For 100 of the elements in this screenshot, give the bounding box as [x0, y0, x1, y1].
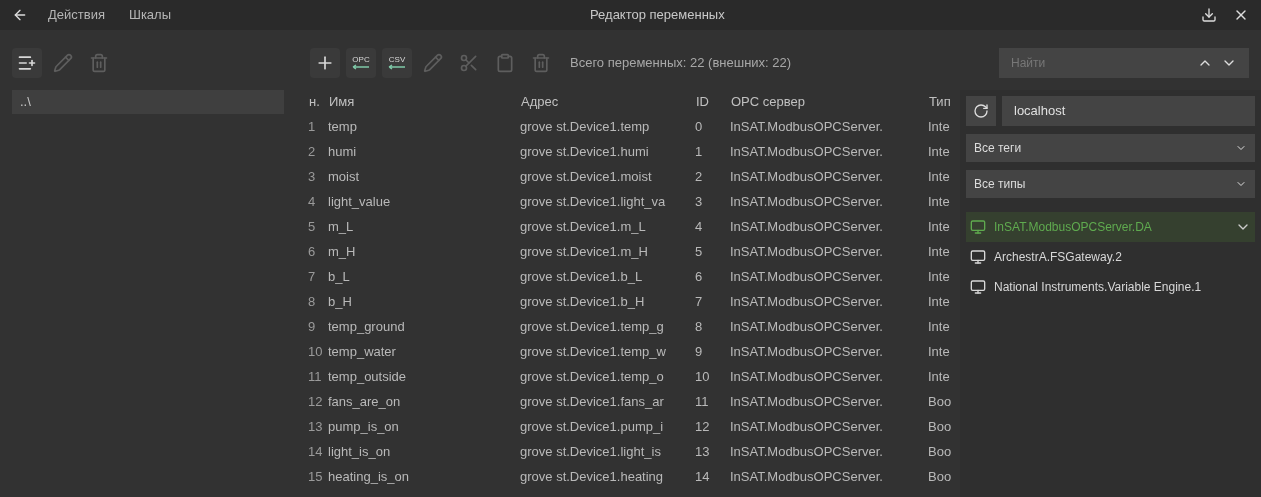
table-cell-text: grove st.Device1.temp_o	[520, 367, 665, 386]
table-cell-text: InSAT.ModbusOPCServer.	[730, 192, 884, 211]
table-cell-text: temp_outside	[328, 367, 408, 386]
table-cell-text: 2	[308, 142, 317, 161]
table-cell-text: 10	[695, 367, 711, 386]
table-cell-text: 11	[695, 392, 710, 411]
table-cell-text: 2	[695, 167, 704, 186]
table-cell-text: grove st.Device1.heating	[520, 467, 665, 486]
pencil-icon	[423, 53, 443, 73]
server-item[interactable]: ArchestrA.FSGateway.2	[966, 242, 1255, 272]
table-cell-text: 7	[308, 267, 317, 286]
table-cell-text: temp_water	[328, 342, 397, 361]
server-item[interactable]: National Instruments.Variable Engine.1	[966, 272, 1255, 302]
table-cell-text: InSAT.ModbusOPCServer.	[730, 317, 884, 336]
table-cell-text: grove st.Device1.light_is	[520, 442, 662, 461]
table-cell-text: light_value	[328, 192, 392, 211]
column-header[interactable]: Имя	[328, 92, 520, 112]
column-header[interactable]: Адрес	[520, 92, 695, 112]
table-cell-text: b_H	[328, 292, 353, 311]
table-cell-text: 8	[308, 292, 317, 311]
table-cell-text: 6	[308, 242, 317, 261]
table-cell-text: InSAT.ModbusOPCServer.	[730, 417, 884, 436]
table-cell-text: InSAT.ModbusOPCServer.	[730, 267, 884, 286]
download-icon	[1201, 7, 1217, 23]
column-header[interactable]: Тип	[928, 92, 960, 112]
table-cell-text: b_L	[328, 267, 351, 286]
variable-count: Всего переменных: 22 (внешних: 22)	[570, 54, 792, 73]
import-button[interactable]: CSV	[382, 48, 412, 78]
table-cell-text: 11	[308, 367, 323, 386]
table-cell-text: InSAT.ModbusOPCServer.	[730, 367, 884, 386]
table-cell-text: grove st.Device1.m_H	[520, 242, 649, 261]
table-cell-text: fans_are_on	[328, 392, 402, 411]
table-cell-text: 9	[695, 342, 704, 361]
table-cell-text: grove st.Device1.temp	[520, 117, 651, 136]
menu-item[interactable]: Действия	[48, 5, 105, 25]
table-cell-text: 3	[308, 167, 317, 186]
column-header[interactable]: ID	[695, 92, 730, 112]
refresh-button[interactable]	[966, 96, 996, 126]
monitor-icon	[970, 249, 986, 265]
monitor-icon	[970, 219, 986, 235]
table-cell-text: Inte	[928, 292, 951, 311]
monitor-icon	[970, 279, 986, 295]
table-cell-text: temp_ground	[328, 317, 406, 336]
table-cell-text: 14	[695, 467, 711, 486]
column-header[interactable]: н.	[308, 92, 328, 112]
table-cell-text: grove st.Device1.fans_ar	[520, 392, 665, 411]
filter-dropdown[interactable]: Все типы	[966, 170, 1255, 198]
table-cell-text: InSAT.ModbusOPCServer.	[730, 217, 884, 236]
table-cell-text: m_L	[328, 217, 355, 236]
table-cell-text: InSAT.ModbusOPCServer.	[730, 392, 884, 411]
table-cell-text: grove st.Device1.b_H	[520, 292, 646, 311]
table-cell-text: InSAT.ModbusOPCServer.	[730, 342, 884, 361]
table-cell-text: Boo	[928, 417, 953, 436]
table-cell-text: grove st.Device1.light_va	[520, 192, 667, 211]
table-cell-text: grove st.Device1.temp_w	[520, 342, 667, 361]
table-cell-text: 8	[695, 317, 704, 336]
table-cell-text: temp	[328, 117, 358, 136]
download-button[interactable]	[1201, 7, 1217, 23]
add-button[interactable]	[310, 48, 340, 78]
table-cell-text: Inte	[928, 267, 951, 286]
table-cell-text: Inte	[928, 217, 951, 236]
table-cell-text: 9	[308, 317, 317, 336]
filter-dropdown[interactable]: Все теги	[966, 134, 1255, 162]
table-cell-text: Boo	[928, 442, 953, 461]
window-title: Редактор переменных	[590, 6, 725, 25]
table-cell-text: 12	[695, 417, 711, 436]
table-cell-text: Inte	[928, 342, 951, 361]
table-cell-text: Inte	[928, 167, 951, 186]
menu-item[interactable]: Шкалы	[128, 5, 171, 25]
table-cell-text: InSAT.ModbusOPCServer.	[730, 167, 884, 186]
table-cell-text: humi	[328, 142, 358, 161]
column-header[interactable]: OPC сервер	[730, 92, 928, 112]
clipboard-icon	[495, 53, 515, 73]
trash-icon	[89, 53, 109, 73]
table-cell-text: 7	[695, 292, 704, 311]
table-cell-text: Inte	[928, 367, 951, 386]
server-item[interactable]: InSAT.ModbusOPCServer.DA	[966, 212, 1255, 242]
table-cell-text: 15	[308, 467, 324, 486]
table-cell-text: grove st.Device1.temp_g	[520, 317, 665, 336]
add-list-button[interactable]	[12, 48, 42, 78]
table-cell-text: InSAT.ModbusOPCServer.	[730, 467, 884, 486]
table-cell-text: 1	[308, 117, 317, 136]
table-cell-text: Boo	[928, 467, 953, 486]
table-cell-text: Inte	[928, 142, 951, 161]
table-cell-text: grove st.Device1.humi	[520, 142, 650, 161]
table-cell-text: 13	[695, 442, 711, 461]
next-button[interactable]	[1217, 48, 1249, 78]
import-button[interactable]: OPC	[346, 48, 376, 78]
table-cell-text: heating_is_on	[328, 467, 410, 486]
table-cell-text: Inte	[928, 117, 951, 136]
table-cell-text: pump_is_on	[328, 417, 400, 436]
back-button[interactable]	[12, 7, 28, 23]
table-cell-text: Boo	[928, 392, 953, 411]
table-cell-text: 4	[695, 217, 704, 236]
table-cell-text: 1	[695, 142, 704, 161]
table-cell-text: 13	[308, 417, 324, 436]
table-cell-text: InSAT.ModbusOPCServer.	[730, 442, 884, 461]
folder-item[interactable]: ..\	[12, 90, 284, 114]
host-field[interactable]: localhost	[1002, 96, 1255, 126]
table-cell-text: grove st.Device1.pump_i	[520, 417, 665, 436]
